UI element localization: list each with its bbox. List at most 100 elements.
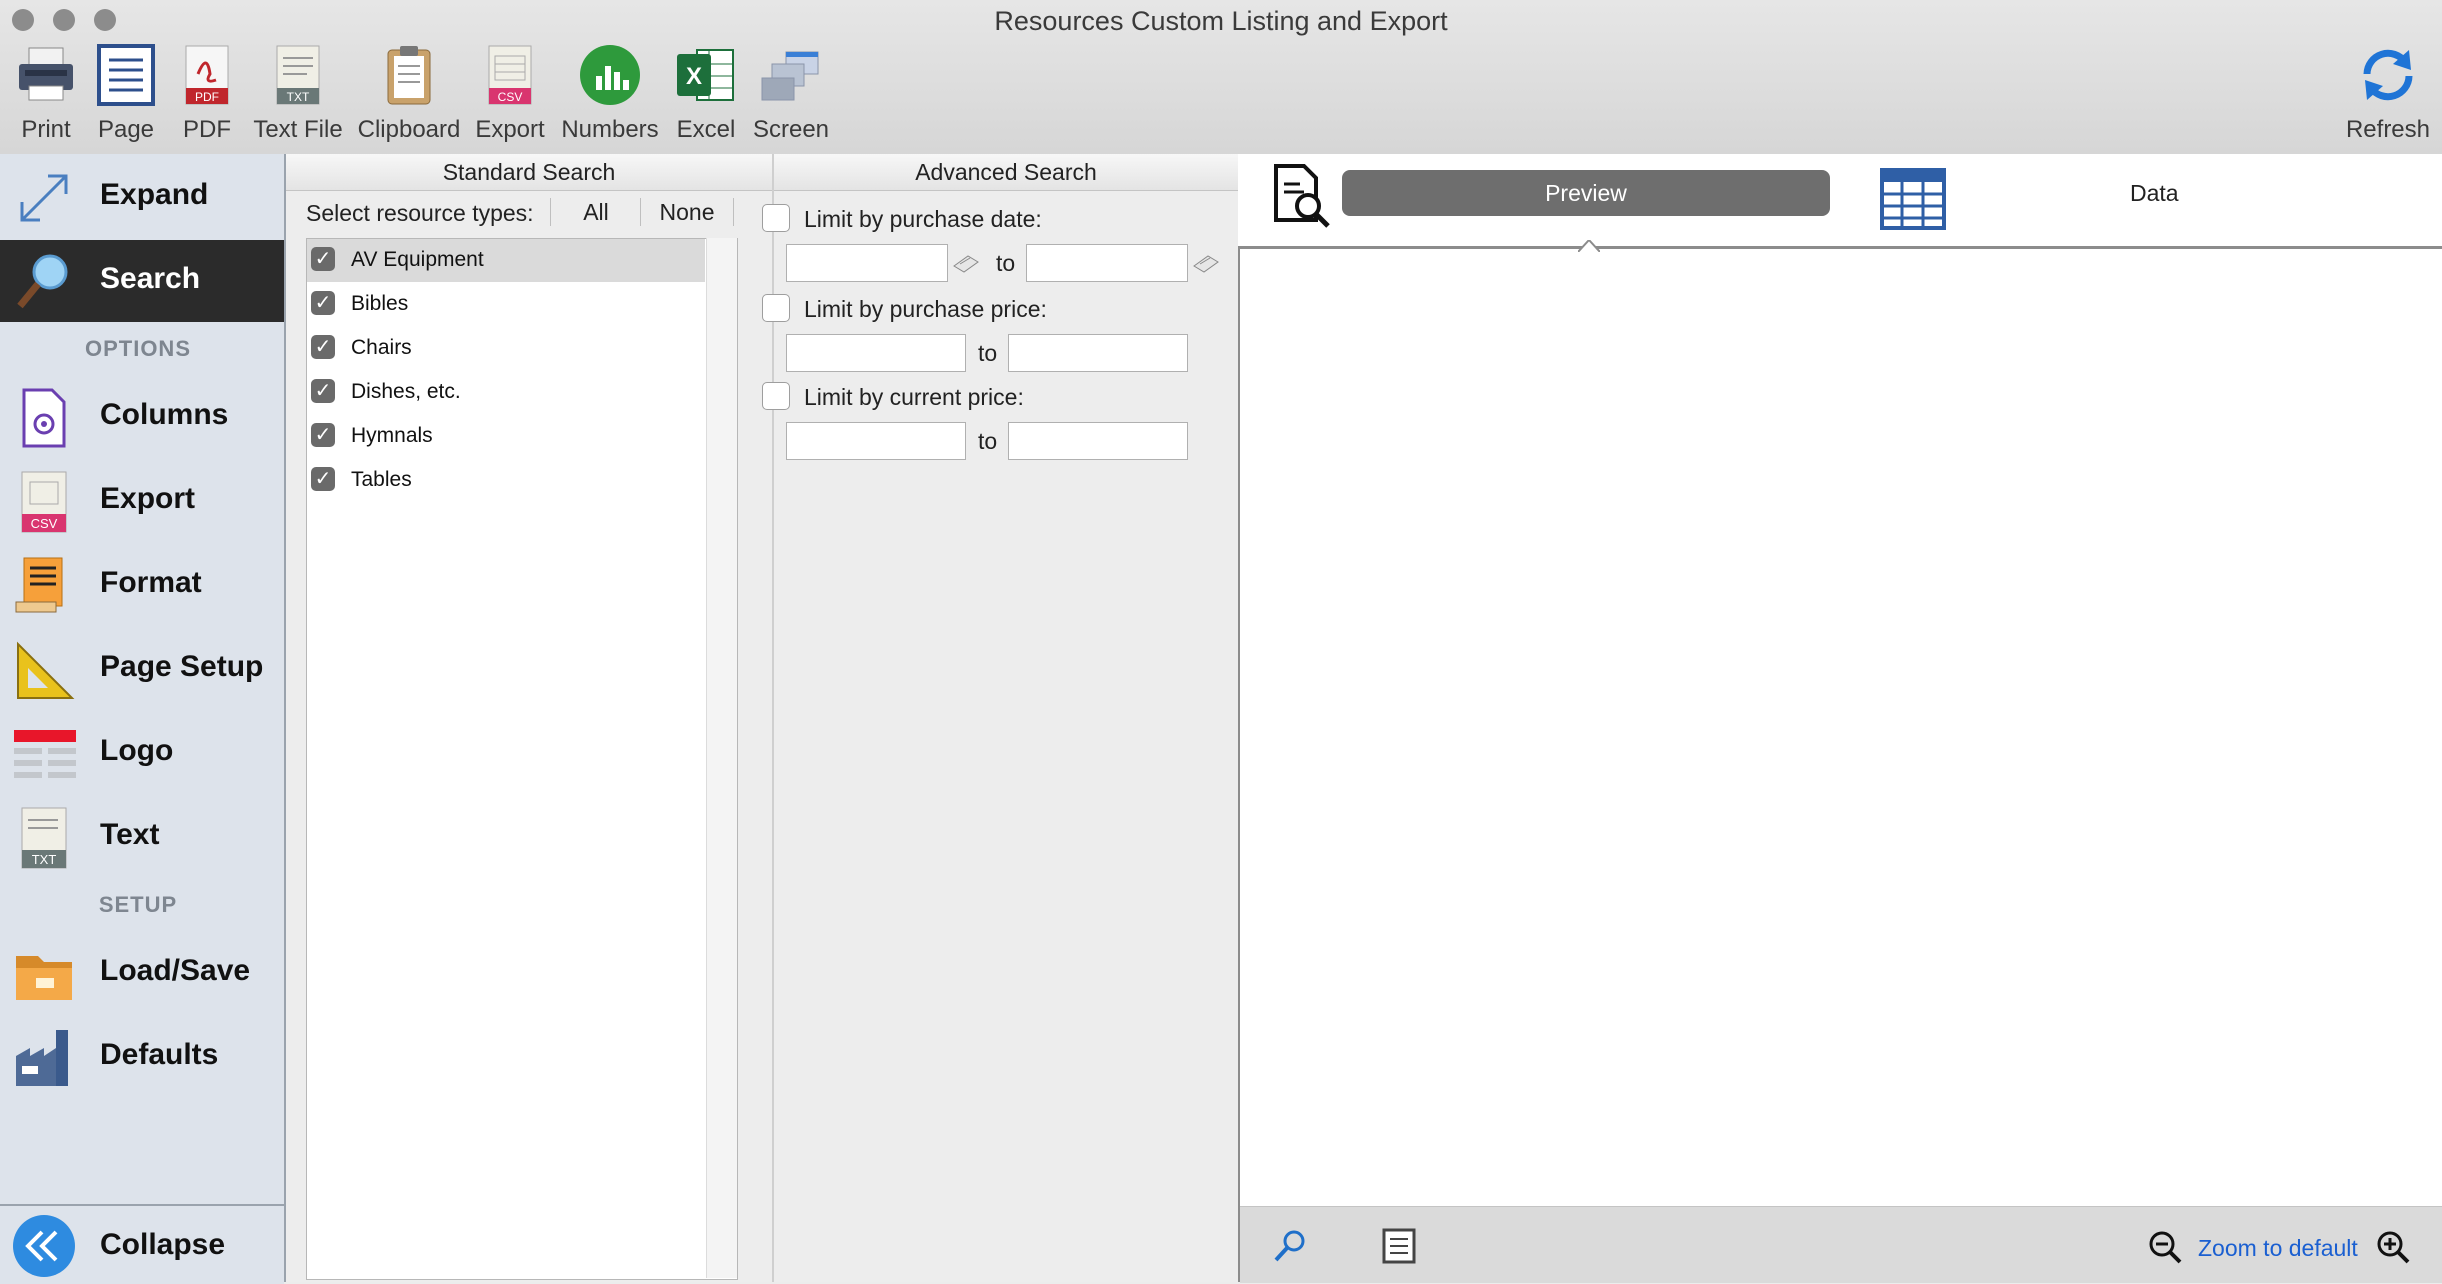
numbers-icon	[580, 45, 640, 105]
sidebar-item-label: Logo	[100, 734, 174, 767]
zoom-to-default-link[interactable]: Zoom to default	[2198, 1235, 2358, 1262]
purchase-price-from-field[interactable]	[786, 334, 966, 372]
sidebar-item-logo[interactable]: Logo	[0, 712, 284, 792]
search-magnifier-icon	[17, 254, 68, 309]
sidebar-item-expand[interactable]: Expand	[0, 156, 284, 236]
zoom-in-icon[interactable]	[2376, 1230, 2410, 1264]
purchase-date-from-field[interactable]	[786, 244, 948, 282]
sidebar-item-load-save[interactable]: Load/Save	[0, 932, 284, 1012]
screen-label: Screen	[752, 116, 830, 143]
list-item-label: Chairs	[351, 336, 412, 359]
zoom-out-icon[interactable]	[2148, 1230, 2182, 1264]
sidebar-item-label: Defaults	[100, 1038, 219, 1071]
excel-button[interactable]: X Excel	[668, 40, 744, 144]
checkbox-checked[interactable]: ✓	[311, 291, 335, 315]
sidebar-item-export[interactable]: CSV Export	[0, 460, 284, 540]
collapse-button[interactable]: Collapse	[0, 1204, 284, 1284]
selection-caret-icon	[1578, 240, 1600, 252]
window-title: Resources Custom Listing and Export	[994, 6, 1448, 36]
data-toggle[interactable]: Data	[2130, 180, 2179, 207]
tab-advanced-search[interactable]: Advanced Search	[774, 154, 1238, 191]
page-list-icon[interactable]	[1382, 1228, 1416, 1264]
clipboard-label: Clipboard	[357, 116, 461, 143]
text-file-button[interactable]: TXT Text File	[250, 40, 346, 144]
printer-icon	[19, 47, 73, 101]
sidebar-item-label: Format	[100, 566, 202, 599]
current-price-to-field[interactable]	[1008, 422, 1188, 460]
purchase-date-to-field[interactable]	[1026, 244, 1188, 282]
select-all-button[interactable]: All	[550, 198, 641, 226]
options-section-header: OPTIONS	[84, 336, 191, 361]
list-item[interactable]: ✓ Chairs	[307, 327, 705, 370]
current-price-from-field[interactable]	[786, 422, 966, 460]
list-item[interactable]: ✓ AV Equipment	[307, 239, 705, 282]
limit-purchase-date-label: Limit by purchase date:	[804, 206, 1042, 232]
clipboard-icon	[387, 46, 431, 105]
csv-export-icon: CSV	[21, 471, 67, 533]
list-item-label: Bibles	[351, 292, 409, 315]
sidebar-item-text[interactable]: TXT Text	[0, 796, 284, 876]
checkbox-checked[interactable]: ✓	[311, 247, 335, 271]
document-search-icon[interactable]	[1270, 164, 1334, 230]
sidebar-item-defaults[interactable]: Defaults	[0, 1016, 284, 1096]
refresh-button[interactable]: Refresh	[2340, 40, 2436, 144]
columns-gear-icon	[22, 388, 66, 448]
sidebar-item-search[interactable]: Search	[0, 240, 284, 322]
checkbox-checked[interactable]: ✓	[311, 467, 335, 491]
svg-text:PDF: PDF	[195, 90, 219, 104]
calendar-icon[interactable]	[1192, 252, 1220, 274]
purchase-price-to-field[interactable]	[1008, 334, 1188, 372]
excel-label: Excel	[676, 116, 736, 143]
limit-purchase-price-label: Limit by purchase price:	[804, 296, 1047, 322]
expand-arrows-icon	[20, 174, 68, 222]
print-button[interactable]: Print	[6, 40, 86, 144]
folder-icon	[16, 956, 72, 1000]
list-item[interactable]: ✓ Bibles	[307, 283, 705, 326]
checkbox-checked[interactable]: ✓	[311, 379, 335, 403]
sidebar-item-page-setup[interactable]: Page Setup	[0, 628, 284, 708]
numbers-label: Numbers	[561, 116, 659, 143]
list-item[interactable]: ✓ Dishes, etc.	[307, 371, 705, 414]
limit-purchase-price-checkbox[interactable]	[762, 294, 790, 322]
setup-section-header: SETUP	[98, 892, 178, 917]
advanced-search-pane: Advanced Search	[772, 154, 1238, 1282]
preview-toggle[interactable]: Preview	[1342, 170, 1830, 216]
list-item[interactable]: ✓ Tables	[307, 459, 705, 502]
search-icon[interactable]	[1272, 1228, 1308, 1264]
list-scrollbar[interactable]	[706, 238, 737, 1278]
limit-current-price-checkbox[interactable]	[762, 382, 790, 410]
screen-button[interactable]: Screen	[750, 40, 832, 144]
pdf-label: PDF	[183, 116, 231, 143]
print-label: Print	[21, 116, 71, 143]
checkbox-checked[interactable]: ✓	[311, 423, 335, 447]
double-chevron-left-icon	[13, 1215, 75, 1277]
svg-text:TXT: TXT	[32, 852, 57, 867]
list-item-label: Hymnals	[351, 424, 433, 447]
limit-purchase-date-checkbox[interactable]	[762, 204, 790, 232]
collapse-label: Collapse	[100, 1228, 226, 1261]
sidebar-item-label: Load/Save	[100, 954, 251, 987]
svg-text:X: X	[686, 63, 702, 90]
pdf-button[interactable]: PDF PDF	[170, 40, 244, 144]
select-none-button[interactable]: None	[640, 198, 734, 226]
page-label: Page	[97, 116, 155, 143]
clipboard-button[interactable]: Clipboard	[356, 40, 462, 144]
sidebar-item-label: Page Setup	[100, 650, 264, 683]
to-label: to	[996, 250, 1016, 276]
svg-text:TXT: TXT	[287, 90, 310, 104]
pdf-icon: PDF	[185, 45, 229, 105]
sidebar-item-columns[interactable]: Columns	[0, 376, 284, 456]
select-resource-types-label: Select resource types:	[306, 200, 534, 226]
checkbox-checked[interactable]: ✓	[311, 335, 335, 359]
sidebar-item-label: Columns	[100, 398, 229, 431]
to-label: to	[978, 340, 998, 366]
tab-standard-search[interactable]: Standard Search	[286, 154, 772, 191]
data-table-icon[interactable]	[1880, 168, 1946, 230]
export-button[interactable]: CSV Export	[470, 40, 550, 144]
list-item[interactable]: ✓ Hymnals	[307, 415, 705, 458]
list-item-label: AV Equipment	[351, 248, 484, 271]
calendar-icon[interactable]	[952, 252, 980, 274]
sidebar-item-format[interactable]: Format	[0, 544, 284, 624]
numbers-button[interactable]: Numbers	[556, 40, 664, 144]
page-button[interactable]: Page	[88, 40, 164, 144]
